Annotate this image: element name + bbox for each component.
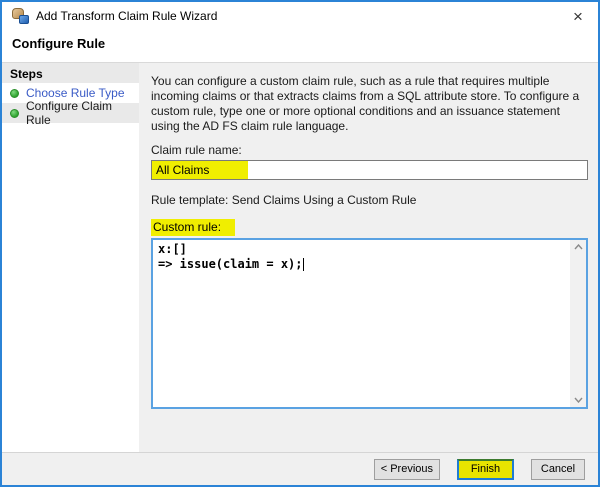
steps-heading: Steps [2, 63, 139, 83]
page-title: Configure Rule [12, 36, 106, 51]
step-done-bullet-icon [10, 88, 19, 98]
page-header: Configure Rule [2, 30, 598, 62]
button-bar: < Previous Finish Cancel [2, 452, 598, 485]
wizard-window: Add Transform Claim Rule Wizard × Config… [0, 0, 600, 487]
scroll-up-icon[interactable] [573, 242, 583, 252]
custom-rule-label: Custom rule: [151, 219, 236, 236]
description-text: You can configure a custom claim rule, s… [151, 74, 580, 133]
previous-button[interactable]: < Previous [373, 458, 440, 480]
window-title: Add Transform Claim Rule Wizard [36, 9, 218, 23]
claim-rule-name-label: Claim rule name: [151, 143, 242, 157]
step-label[interactable]: Choose Rule Type [26, 86, 125, 100]
steps-sidebar: Steps Choose Rule Type Configure Claim R… [2, 63, 139, 452]
text-caret [303, 258, 304, 271]
step-label: Configure Claim Rule [26, 99, 113, 127]
step-current-bullet-icon [10, 108, 19, 118]
custom-rule-value[interactable]: x:[] => issue(claim = x); [158, 242, 566, 405]
wizard-body: Steps Choose Rule Type Configure Claim R… [2, 62, 598, 452]
custom-rule-textarea[interactable]: x:[] => issue(claim = x); [151, 238, 588, 409]
claim-rule-wizard-icon [12, 8, 29, 24]
sidebar-item-configure-claim-rule[interactable]: Configure Claim Rule [2, 99, 139, 127]
close-icon[interactable]: × [566, 5, 590, 27]
vertical-scrollbar[interactable] [570, 240, 586, 407]
claim-rule-name-input[interactable]: All Claims [151, 160, 588, 180]
claim-rule-name-value: All Claims [152, 161, 248, 179]
cancel-button[interactable]: Cancel [531, 458, 585, 480]
title-bar: Add Transform Claim Rule Wizard × [2, 2, 598, 30]
finish-button[interactable]: Finish [457, 458, 514, 480]
rule-template-text: Rule template: Send Claims Using a Custo… [151, 193, 417, 207]
content-pane: You can configure a custom claim rule, s… [139, 63, 598, 452]
scroll-down-icon[interactable] [573, 395, 583, 405]
